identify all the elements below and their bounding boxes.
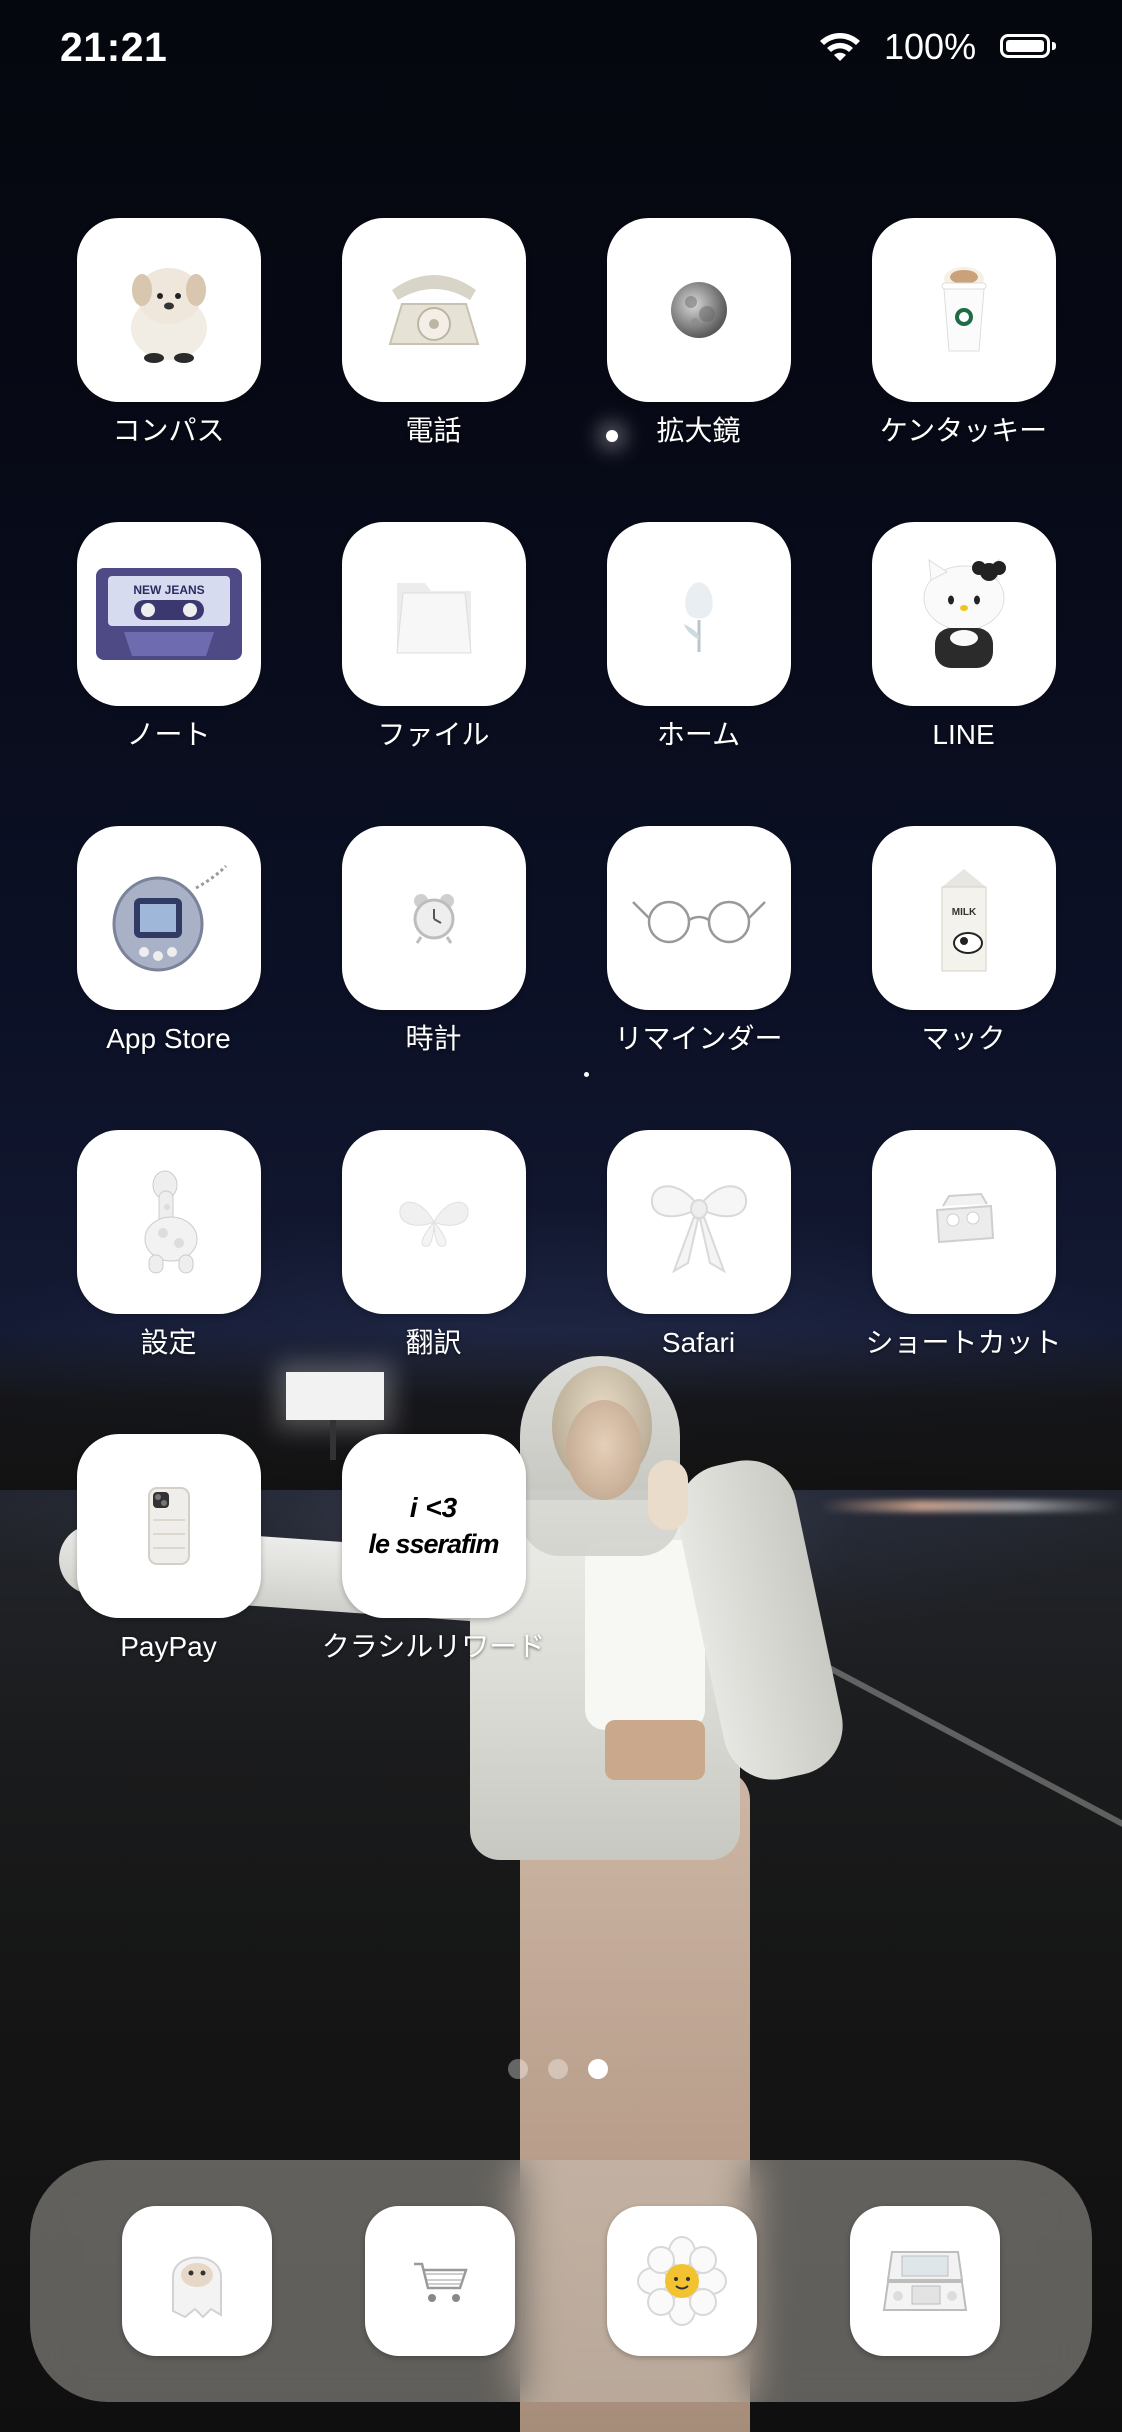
moon-icon[interactable] bbox=[606, 218, 791, 402]
shopping-cart-icon[interactable] bbox=[364, 2206, 515, 2356]
app-label: LINE bbox=[932, 719, 995, 750]
app-home[interactable]: ホーム bbox=[566, 522, 831, 752]
giraffe-plush-icon[interactable] bbox=[76, 1130, 261, 1314]
wifi-icon bbox=[820, 33, 860, 61]
page-dot[interactable] bbox=[508, 2059, 528, 2079]
phone-case-icon[interactable] bbox=[76, 1434, 261, 1618]
page-indicator[interactable] bbox=[508, 2059, 608, 2079]
status-time: 21:21 bbox=[60, 24, 168, 70]
app-label: 時計 bbox=[405, 1023, 462, 1054]
milk-carton-icon[interactable]: MILK bbox=[871, 826, 1056, 1010]
app-phone[interactable]: 電話 bbox=[301, 218, 566, 448]
app-label: ショートカット bbox=[865, 1327, 1062, 1358]
cassette-tape-icon[interactable]: NEW JEANS bbox=[76, 522, 261, 706]
folder-icon[interactable] bbox=[341, 522, 526, 706]
app-label: クラシルリワード bbox=[321, 1631, 546, 1662]
coffee-cup-icon[interactable] bbox=[871, 218, 1056, 402]
dock bbox=[30, 2160, 1092, 2402]
app-translate[interactable]: 翻訳 bbox=[301, 1130, 566, 1360]
alarm-clock-icon[interactable] bbox=[341, 826, 526, 1010]
app-label: ファイル bbox=[377, 719, 490, 750]
app-clock[interactable]: 時計 bbox=[301, 826, 566, 1056]
egg-carton-icon[interactable] bbox=[871, 1130, 1056, 1314]
hello-kitty-icon[interactable] bbox=[871, 522, 1056, 706]
app-settings[interactable]: 設定 bbox=[36, 1130, 301, 1360]
sticker-line-2: le sserafim bbox=[368, 1528, 499, 1559]
app-line[interactable]: LINE bbox=[831, 522, 1096, 752]
rotary-phone-icon[interactable] bbox=[341, 218, 526, 402]
sticker-line-1: i <3 bbox=[409, 1491, 458, 1523]
app-safari[interactable]: Safari bbox=[566, 1130, 831, 1360]
bow-ribbon-icon[interactable] bbox=[606, 1130, 791, 1314]
app-label: 拡大鏡 bbox=[656, 415, 741, 446]
carton-label: MILK bbox=[951, 907, 976, 918]
app-paypay[interactable]: PayPay bbox=[36, 1434, 301, 1664]
tamagotchi-icon[interactable] bbox=[76, 826, 261, 1010]
app-shortcuts[interactable]: ショートカット bbox=[831, 1130, 1096, 1360]
app-label: 設定 bbox=[140, 1327, 197, 1358]
page-dot-active[interactable] bbox=[588, 2059, 608, 2079]
app-reminders[interactable]: リマインダー bbox=[566, 826, 831, 1056]
app-magnifier[interactable]: 拡大鏡 bbox=[566, 218, 831, 448]
app-files[interactable]: ファイル bbox=[301, 522, 566, 752]
app-label: PayPay bbox=[120, 1631, 217, 1662]
app-compass[interactable]: コンパス bbox=[36, 218, 301, 448]
app-label: 電話 bbox=[405, 415, 462, 446]
app-label: 翻訳 bbox=[405, 1327, 462, 1358]
app-app-store[interactable]: App Store bbox=[36, 826, 301, 1056]
status-bar: 21:21 100% bbox=[0, 0, 1122, 96]
page-dot[interactable] bbox=[548, 2059, 568, 2079]
glasses-icon[interactable] bbox=[606, 826, 791, 1010]
app-grid: コンパス 電話 拡大鏡 ケンタッキー NEW JEANS ノート ファイル ホー… bbox=[36, 218, 1094, 1664]
app-kurashiru-reward[interactable]: i <3 le sserafim クラシルリワード bbox=[301, 1434, 566, 1664]
battery-icon bbox=[1000, 34, 1056, 58]
tulip-icon[interactable] bbox=[606, 522, 791, 706]
text-sticker-icon[interactable]: i <3 le sserafim bbox=[341, 1434, 526, 1618]
app-label: リマインダー bbox=[614, 1023, 783, 1054]
ghost-plush-icon[interactable] bbox=[122, 2206, 273, 2356]
app-label: ノート bbox=[126, 719, 211, 750]
app-label: Safari bbox=[661, 1327, 736, 1358]
app-kentucky[interactable]: ケンタッキー bbox=[831, 218, 1096, 448]
app-label: ホーム bbox=[656, 719, 741, 750]
app-mac[interactable]: MILK マック bbox=[831, 826, 1096, 1056]
nintendo-3ds-icon[interactable] bbox=[849, 2206, 1000, 2356]
battery-percent: 100% bbox=[884, 26, 977, 67]
app-label: コンパス bbox=[112, 415, 225, 446]
app-label: ケンタッキー bbox=[879, 415, 1048, 446]
app-label: マック bbox=[921, 1023, 1006, 1054]
butterfly-icon[interactable] bbox=[341, 1130, 526, 1314]
daisy-flower-icon[interactable] bbox=[607, 2206, 758, 2356]
app-notes[interactable]: NEW JEANS ノート bbox=[36, 522, 301, 752]
cassette-label: NEW JEANS bbox=[133, 583, 204, 597]
app-label: App Store bbox=[106, 1023, 231, 1054]
dog-plush-icon[interactable] bbox=[76, 218, 261, 402]
